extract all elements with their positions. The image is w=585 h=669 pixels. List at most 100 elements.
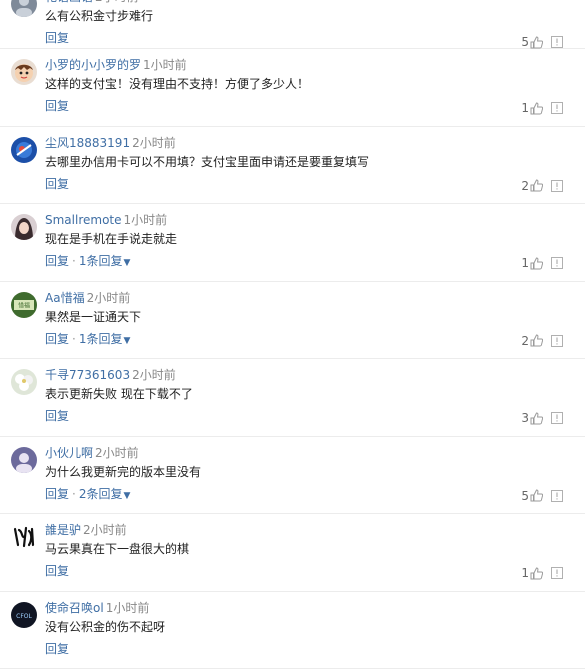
comment-text: 果然是一证通天下 [45,307,565,327]
comment-username[interactable]: Smallremote [45,213,122,227]
avatar-game[interactable]: CFOL [11,602,37,628]
comment-username[interactable]: Aa惜福 [45,291,85,305]
like-count: 1 [521,256,529,270]
reply-button[interactable]: 回复 [45,31,69,45]
report-icon [551,412,563,424]
report-icon [551,335,563,347]
report-icon [551,102,563,114]
avatar-flower[interactable] [11,369,37,395]
reply-button[interactable]: 回复 [45,99,69,113]
comment-text: 马云果真在下一盘很大的棋 [45,539,565,559]
comment-time: 1小时前 [124,213,168,227]
comment-time: 2小时前 [87,291,131,305]
comment-item: 千寻773616032小时前 表示更新失败 现在下载不了 回复 3 [0,359,585,437]
report-icon [551,490,563,502]
like-button[interactable]: 2 [521,179,543,193]
comment-time: 2小时前 [83,523,127,537]
thumbs-up-icon [530,567,543,580]
avatar-blue[interactable] [11,137,37,163]
comment-item: 惜福 Aa惜福2小时前 果然是一证通天下 回复·1条回复▼ 2 [0,282,585,360]
comment-time: 1小时前 [106,601,150,615]
like-count: 5 [521,35,529,49]
avatar-green[interactable]: 惜福 [11,292,37,318]
report-button[interactable] [551,412,563,424]
comment-text: 为什么我更新完的版本里没有 [45,462,565,482]
like-button[interactable]: 3 [521,411,543,425]
like-button[interactable]: 1 [521,256,543,270]
comment-text: 么有公积金寸步难行 [45,6,565,26]
like-button[interactable]: 5 [521,489,543,503]
svg-text:CFOL: CFOL [16,613,32,620]
thumbs-up-icon [530,257,543,270]
comment-username[interactable]: 尘风18883191 [45,136,130,150]
thumbs-up-icon [530,102,543,115]
avatar-girl[interactable] [11,214,37,240]
comment-time: 2小时前 [132,368,176,382]
comment-item: 花语画语2小时前 么有公积金寸步难行 回复 5 [0,0,585,49]
comment-item: Smallremote1小时前 现在是手机在手说走就走 回复·1条回复▼ 1 [0,204,585,282]
comment-text: 这样的支付宝！没有理由不支持！方便了多少人！ [45,74,565,94]
report-button[interactable] [551,180,563,192]
reply-button[interactable]: 回复 [45,177,69,191]
report-button[interactable] [551,257,563,269]
avatar-purple[interactable] [11,447,37,473]
comment-item: CFOL 使命召唤ol1小时前 没有公积金的伤不起呀 回复 [0,592,585,669]
svg-text:惜福: 惜福 [18,301,30,309]
comment-username[interactable]: 誰是驴 [45,523,81,537]
report-icon [551,36,563,48]
reply-button[interactable]: 回复 [45,564,69,578]
separator-dot: · [72,254,76,268]
report-button[interactable] [551,490,563,502]
thumbs-up-icon [530,489,543,502]
report-icon [551,180,563,192]
report-icon [551,257,563,269]
reply-button[interactable]: 回复 [45,642,69,656]
like-button[interactable]: 1 [521,101,543,115]
view-replies-button[interactable]: 1条回复▼ [79,332,131,346]
comment-username[interactable]: 使命召唤ol [45,601,104,615]
comment-time: 2小时前 [95,0,139,4]
chevron-down-icon: ▼ [123,336,130,346]
view-replies-button[interactable]: 2条回复▼ [79,487,131,501]
report-button[interactable] [551,36,563,48]
comment-username[interactable]: 花语画语 [45,0,93,4]
comment-list: 花语画语2小时前 么有公积金寸步难行 回复 5 小罗的小小罗的罗1小时前 [0,0,585,669]
comment-item: 誰是驴2小时前 马云果真在下一盘很大的棋 回复 1 [0,514,585,592]
like-button[interactable]: 5 [521,35,543,49]
avatar-cartoon[interactable] [11,59,37,85]
reply-button[interactable]: 回复 [45,254,69,268]
comment-text: 去哪里办信用卡可以不用填？支付宝里面申请还是要重复填写 [45,152,565,172]
avatar-blank[interactable] [11,0,37,17]
reply-button[interactable]: 回复 [45,487,69,501]
comment-username[interactable]: 小伙儿啊 [45,446,93,460]
like-count: 1 [521,566,529,580]
chevron-down-icon: ▼ [123,258,130,268]
comment-time: 2小时前 [132,136,176,150]
view-replies-button[interactable]: 1条回复▼ [79,254,131,268]
comment-item: 小伙儿啊2小时前 为什么我更新完的版本里没有 回复·2条回复▼ 5 [0,437,585,515]
comment-item: 小罗的小小罗的罗1小时前 这样的支付宝！没有理由不支持！方便了多少人！ 回复 1 [0,49,585,127]
comment-text: 现在是手机在手说走就走 [45,229,565,249]
like-count: 3 [521,411,529,425]
report-button[interactable] [551,567,563,579]
report-icon [551,567,563,579]
comment-item: 尘风188831912小时前 去哪里办信用卡可以不用填？支付宝里面申请还是要重复… [0,127,585,205]
separator-dot: · [72,487,76,501]
comment-time: 1小时前 [143,58,187,72]
thumbs-up-icon [530,334,543,347]
comment-time: 2小时前 [95,446,139,460]
reply-button[interactable]: 回复 [45,332,69,346]
comment-text: 没有公积金的伤不起呀 [45,617,565,637]
comment-username[interactable]: 千寻77361603 [45,368,130,382]
like-count: 1 [521,101,529,115]
like-button[interactable]: 2 [521,334,543,348]
thumbs-up-icon [530,179,543,192]
thumbs-up-icon [530,36,543,49]
like-button[interactable]: 1 [521,566,543,580]
avatar-calligraphy[interactable] [11,524,37,550]
comment-username[interactable]: 小罗的小小罗的罗 [45,58,141,72]
report-button[interactable] [551,335,563,347]
reply-button[interactable]: 回复 [45,409,69,423]
report-button[interactable] [551,102,563,114]
thumbs-up-icon [530,412,543,425]
